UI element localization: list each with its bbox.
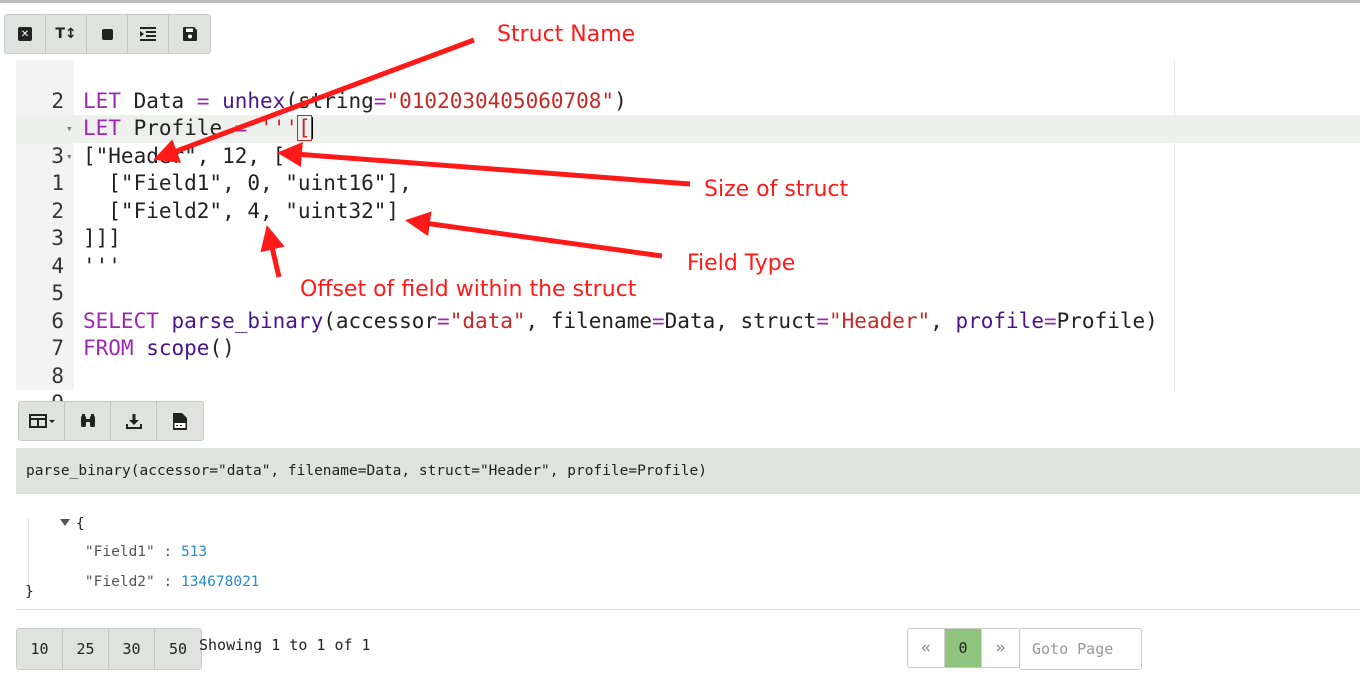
- columns-icon: [28, 414, 55, 428]
- code-line[interactable]: 7 SELECT parse_binary(accessor="data", f…: [16, 308, 1360, 361]
- download-button[interactable]: [111, 402, 157, 440]
- code-line[interactable]: 4 ]]]: [16, 225, 1360, 278]
- code-line[interactable]: 9: [16, 363, 1360, 415]
- json-key: "Field2": [84, 574, 155, 590]
- goto-page-input[interactable]: [1019, 628, 1142, 670]
- font-size-button[interactable]: T↕: [46, 15, 87, 53]
- csv-icon: [173, 412, 187, 430]
- save-icon: [182, 27, 197, 41]
- code-text: LET Data = unhex(string="010203040506070…: [83, 88, 627, 113]
- page-size-50-button[interactable]: 50: [155, 629, 201, 669]
- code-line[interactable]: 2 ["Field1", 0, "uint16"],: [16, 170, 1360, 223]
- code-text: LET Profile = '''[: [83, 115, 313, 141]
- page-size-25-button[interactable]: 25: [63, 629, 109, 669]
- code-text: SELECT parse_binary(accessor="data", fil…: [83, 308, 1158, 333]
- annotation-size-of-struct: Size of struct: [704, 177, 849, 202]
- code-text: ["Header", 12, [: [83, 143, 286, 168]
- pager: « 0 »: [907, 628, 1020, 668]
- showing-count: Showing 1 to 1 of 1: [199, 636, 371, 654]
- stop-icon: [101, 28, 113, 40]
- code-line[interactable]: 2: [16, 60, 1360, 113]
- annotation-field-type: Field Type: [687, 251, 796, 276]
- page-size-10-button[interactable]: 10: [17, 629, 63, 669]
- code-editor[interactable]: 2 1 LET Data = unhex(string="01020304050…: [16, 60, 1360, 415]
- results-body: { "Field1" : 513 "Field2" : 134678021 }: [16, 494, 1360, 610]
- json-tree-guide: [28, 518, 29, 588]
- fold-toggle-icon[interactable]: ▾: [66, 115, 73, 143]
- json-value: 134678021: [180, 574, 260, 590]
- code-text: ''': [83, 253, 121, 278]
- fold-toggle-icon[interactable]: ▾: [66, 143, 73, 171]
- results-toolbar: [18, 401, 204, 441]
- indent-button[interactable]: [128, 15, 169, 53]
- results-column-header[interactable]: parse_binary(accessor="data", filename=D…: [16, 448, 1360, 494]
- collapse-triangle-icon[interactable]: [59, 519, 70, 526]
- current-page-button[interactable]: 0: [945, 629, 982, 667]
- code-line[interactable]: 1 LET Data = unhex(string="0102030405060…: [16, 88, 1360, 141]
- code-text: ["Field2", 4, "uint32"]: [83, 198, 400, 223]
- annotation-struct-name: Struct Name: [497, 22, 636, 47]
- download-icon: [125, 413, 142, 429]
- annotation-offset: Offset of field within the struct: [300, 277, 637, 302]
- columns-button[interactable]: [19, 402, 65, 440]
- find-button[interactable]: [65, 402, 111, 440]
- json-close-brace: }: [25, 584, 34, 600]
- close-button[interactable]: ✕: [5, 15, 46, 53]
- close-icon: ✕: [18, 27, 32, 41]
- stop-button[interactable]: [87, 15, 128, 53]
- json-field-row: "Field2" : 134678021: [84, 574, 260, 590]
- export-csv-button[interactable]: [157, 402, 203, 440]
- prev-page-button[interactable]: «: [908, 629, 945, 667]
- indent-icon: [140, 27, 156, 41]
- code-line[interactable]: 8 FROM scope(): [16, 335, 1360, 388]
- code-text: ]]]: [83, 226, 121, 250]
- text-cursor: [310, 117, 313, 139]
- code-line[interactable]: 1 ▾ ["Header", 12, [: [16, 143, 1360, 196]
- font-size-icon: T↕: [55, 26, 77, 42]
- code-text: FROM scope(): [83, 336, 235, 360]
- code-text: ["Field1", 0, "uint16"],: [83, 171, 412, 195]
- code-line-active[interactable]: 3 ▾ LET Profile = '''[: [16, 115, 1360, 168]
- code-line[interactable]: 6: [16, 280, 1360, 333]
- binoculars-icon: [80, 414, 95, 427]
- top-border: [0, 0, 1360, 3]
- code-line[interactable]: 3 ["Field2", 4, "uint32"]: [16, 198, 1360, 251]
- page-size-selector: 10 25 30 50: [16, 628, 202, 670]
- save-button[interactable]: [169, 15, 210, 53]
- next-page-button[interactable]: »: [982, 629, 1019, 667]
- editor-toolbar: ✕ T↕: [4, 14, 211, 54]
- page-size-30-button[interactable]: 30: [109, 629, 155, 669]
